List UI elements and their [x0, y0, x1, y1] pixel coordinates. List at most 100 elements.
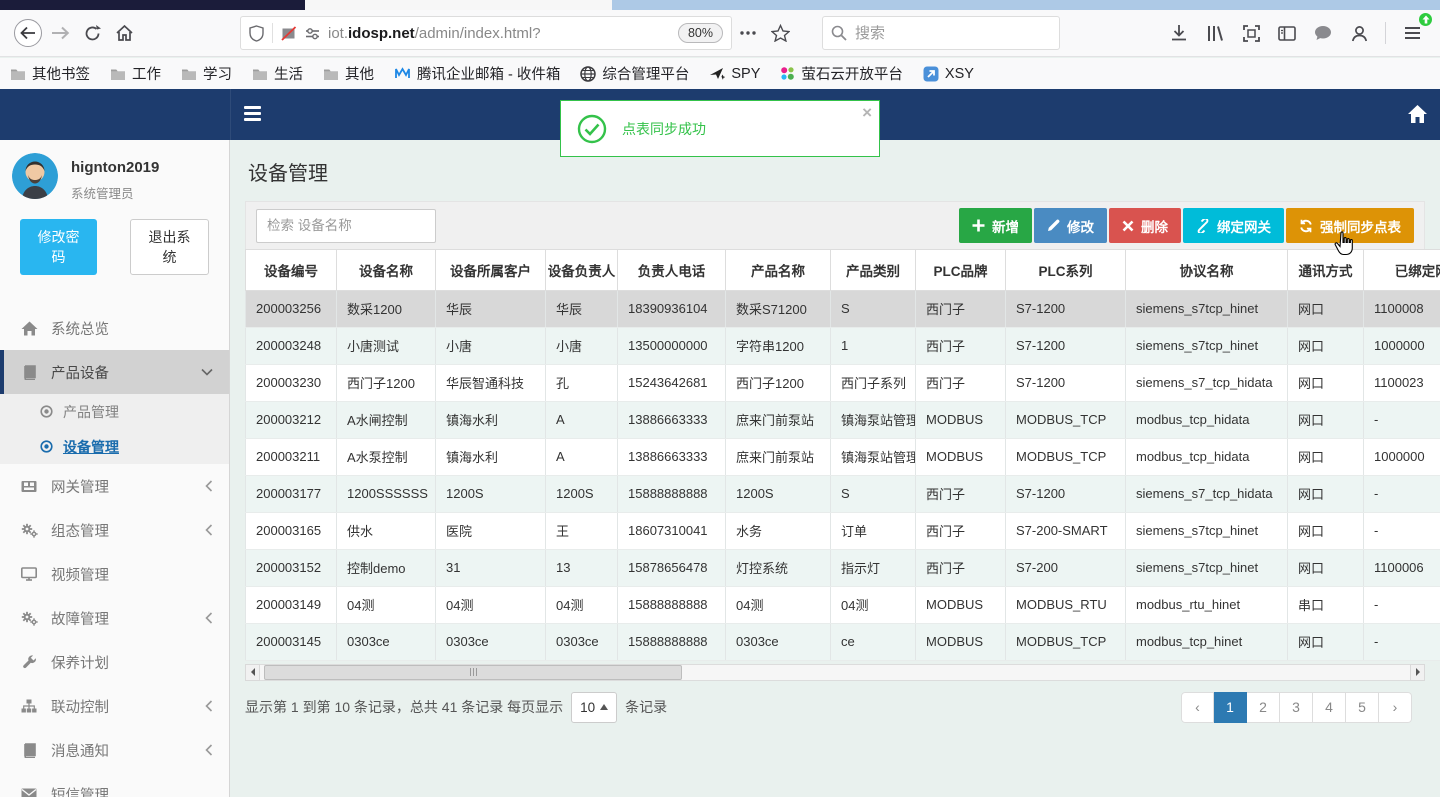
table-row[interactable]: 200003149 04测 04测 04测 15888888888 04测 04测 MODBU…	[245, 586, 1440, 624]
screenshot-button[interactable]	[1235, 17, 1267, 49]
column-header[interactable]: 设备名称	[336, 250, 436, 291]
scroll-right-button[interactable]	[1410, 663, 1425, 681]
device-search-input[interactable]	[256, 208, 436, 243]
messages-button[interactable]	[1307, 17, 1339, 49]
bookmark-item[interactable]: 萤石云开放平台	[780, 63, 903, 84]
scroll-left-button[interactable]	[245, 663, 260, 681]
bookmark-item[interactable]: 工作	[110, 63, 161, 84]
bookmark-item[interactable]: 学习	[181, 63, 232, 84]
bookmark-star-button[interactable]	[764, 17, 796, 49]
table-cell: S	[830, 290, 916, 328]
logout-button[interactable]: 退出系统	[130, 219, 209, 275]
table-cell: 华辰	[435, 290, 546, 328]
page-actions-button[interactable]	[732, 17, 764, 49]
horizontal-scrollbar[interactable]	[245, 663, 1425, 681]
pagination-page[interactable]: 3	[1280, 691, 1313, 723]
table-cell: 网口	[1287, 290, 1364, 328]
pagination-page[interactable]: 2	[1247, 691, 1280, 723]
sidebar-item[interactable]: 保养计划	[0, 640, 229, 684]
bookmark-item[interactable]: 其他书签	[10, 63, 90, 84]
bookmark-item[interactable]: 其他	[323, 63, 374, 84]
sidebar-subitem[interactable]: 产品管理	[0, 394, 229, 429]
user-role: 系统管理员	[71, 187, 134, 201]
pagination-page[interactable]: 4	[1313, 691, 1346, 723]
url-text[interactable]: iot.idosp.net/admin/index.html?	[328, 25, 670, 42]
sidebars-button[interactable]	[1271, 17, 1303, 49]
table-cell: 200003212	[245, 401, 337, 439]
table-row[interactable]: 200003212 A水闸控制 镇海水利 A 13886663333 庶来门前泵站 镇海泵站…	[245, 401, 1440, 439]
sidebar-item[interactable]: 系统总览	[0, 306, 229, 350]
downloads-button[interactable]	[1163, 17, 1195, 49]
table-row[interactable]: 200003165 供水 医院王 18607310041 水务 订单 西门子 S7-200-S…	[245, 512, 1440, 550]
sidebar-icon	[1278, 25, 1296, 41]
change-password-button[interactable]: 修改密码	[20, 219, 97, 275]
table-cell: 200003177	[245, 475, 337, 513]
browser-search-box[interactable]	[822, 16, 1060, 50]
table-row[interactable]: 200003248 小唐测试 小唐 小唐 13500000000 字符串1200 1 西门子 S…	[245, 327, 1440, 365]
sidebar-item[interactable]: 联动控制	[0, 684, 229, 728]
column-header[interactable]: 设备所属客户	[435, 250, 546, 291]
forward-button[interactable]	[44, 17, 76, 49]
column-header[interactable]: 产品类别	[830, 250, 916, 291]
column-header[interactable]: PLC系列	[1005, 250, 1126, 291]
sidebar-item[interactable]: 短信管理	[0, 772, 229, 797]
sidebar-item[interactable]: 组态管理	[0, 508, 229, 552]
sidebar-item[interactable]: 产品设备	[0, 350, 229, 394]
table-cell: 西门子	[915, 290, 1006, 328]
account-button[interactable]	[1343, 17, 1375, 49]
pagination-next[interactable]: ›	[1379, 691, 1412, 723]
back-button[interactable]	[12, 17, 44, 49]
table-row[interactable]: 200003152 控制demo 31 13 15878656478 灯控系统 指示灯 西门子…	[245, 549, 1440, 587]
bookmark-item[interactable]: 生活	[252, 63, 303, 84]
pagination-prev[interactable]: ‹	[1181, 691, 1214, 723]
home-icon	[20, 321, 38, 336]
bookmark-item[interactable]: 综合管理平台	[580, 63, 689, 84]
browser-search-input[interactable]	[855, 24, 1005, 42]
sidebar-toggle-button[interactable]	[244, 106, 261, 121]
browser-home-button[interactable]	[108, 17, 140, 49]
toolbar-divider	[1385, 22, 1386, 44]
action-button-plus[interactable]: 新增	[959, 208, 1032, 243]
table-row[interactable]: 200003230 西门子1200 华辰智通科技孔 15243642681 西门子120…	[245, 364, 1440, 402]
app-menu-button[interactable]	[1396, 13, 1432, 49]
scrollbar-track[interactable]	[260, 663, 1410, 681]
column-header[interactable]: PLC品牌	[915, 250, 1006, 291]
table-row[interactable]: 200003145 0303ce 0303ce 0303ce 15888888888 03…	[245, 623, 1440, 661]
pagination-page[interactable]: 1	[1214, 691, 1247, 723]
sidebar-item[interactable]: 视频管理	[0, 552, 229, 596]
bookmark-item[interactable]: 腾讯企业邮箱 - 收件箱	[394, 63, 560, 84]
url-bar[interactable]: iot.idosp.net/admin/index.html? 80%	[240, 16, 732, 50]
column-header[interactable]: 负责人电话	[617, 250, 726, 291]
table-cell: 小唐	[545, 327, 618, 365]
table-cell: 15888888888	[617, 475, 726, 513]
page-size-select[interactable]: 10	[571, 691, 618, 723]
sidebar-subitem[interactable]: 设备管理	[0, 429, 229, 464]
bookmark-item[interactable]: SPY	[709, 66, 760, 82]
action-button-link[interactable]: 绑定网关	[1183, 208, 1284, 243]
zoom-badge[interactable]: 80%	[677, 23, 723, 43]
image-blocked-icon[interactable]	[281, 25, 297, 41]
shield-icon[interactable]	[249, 24, 264, 42]
library-button[interactable]	[1199, 17, 1231, 49]
table-cell: 1200S	[435, 475, 546, 513]
sidebar-item[interactable]: 故障管理	[0, 596, 229, 640]
sidebar-item[interactable]: 消息通知	[0, 728, 229, 772]
reload-button[interactable]	[76, 17, 108, 49]
sidebar-item[interactable]: 网关管理	[0, 464, 229, 508]
pagination-page[interactable]: 5	[1346, 691, 1379, 723]
app-home-button[interactable]	[1407, 104, 1428, 124]
table-row[interactable]: 200003256 数采1200 华辰 华辰 18390936104 数采S71200 S 西…	[245, 290, 1440, 328]
scrollbar-thumb[interactable]	[264, 664, 682, 680]
table-row[interactable]: 200003211 A水泵控制 镇海水利 A 13886663333 庶来门前泵站 镇海泵站…	[245, 438, 1440, 476]
column-header[interactable]: 设备编号	[245, 250, 337, 291]
column-header[interactable]: 设备负责人	[545, 250, 618, 291]
action-button-pencil[interactable]: 修改	[1034, 208, 1107, 243]
table-row[interactable]: 200003177 1200SSSSSS 1200S 1200S 15888888888…	[245, 475, 1440, 513]
action-button-x[interactable]: 删除	[1109, 208, 1181, 243]
bookmark-item[interactable]: XSY	[923, 66, 974, 82]
toast-close-button[interactable]: ×	[862, 103, 872, 123]
column-header[interactable]: 产品名称	[725, 250, 831, 291]
column-header[interactable]: 协议名称	[1125, 250, 1288, 291]
permissions-icon[interactable]	[305, 27, 320, 40]
column-header[interactable]: 已绑定网关	[1363, 250, 1440, 291]
